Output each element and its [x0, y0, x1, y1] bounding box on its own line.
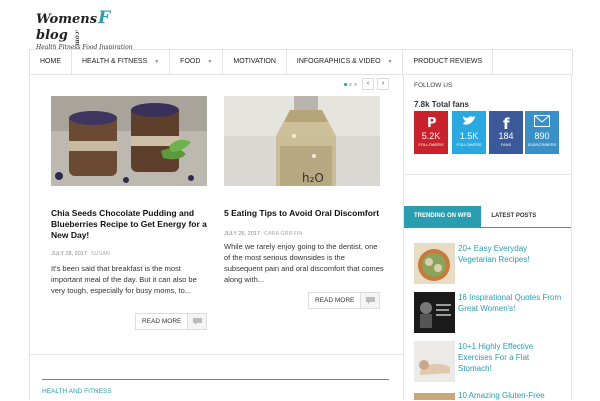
section-title[interactable]: HEALTH AND FITNESS	[42, 388, 112, 395]
quotes-thumb-image	[414, 292, 455, 333]
facebook-icon: f	[503, 115, 510, 130]
nav-item-home[interactable]: HOME	[30, 50, 72, 74]
vegetarian-thumb-image	[414, 243, 455, 284]
pinterest-icon: P	[427, 116, 437, 129]
post-image-chia[interactable]	[51, 96, 207, 186]
post-title[interactable]: Chia Seeds Chocolate Pudding and Blueber…	[51, 208, 211, 241]
trending-title[interactable]: 10+1 Highly Effective Exercises For a Fl…	[458, 341, 563, 374]
content-border-right	[571, 74, 572, 400]
sidebar-separator	[404, 174, 571, 175]
logo-wordmark: WomensFblog .com	[36, 8, 111, 46]
slider-dot[interactable]	[349, 82, 352, 86]
sidebar-tabs: TRENDING ON WFB LATEST POSTS	[404, 206, 571, 228]
main-nav: HOME HEALTH & FITNESS ▼ FOOD ▼ MOTIVATION …	[29, 49, 573, 75]
chia-pudding-image	[51, 96, 207, 186]
slider-prev-button[interactable]: ‹	[362, 78, 374, 90]
trending-title[interactable]: 10 Amazing Gluten-Free	[458, 390, 563, 401]
twitter-counter[interactable]: 1.5K FOLLOWERS	[452, 111, 486, 154]
trending-thumb[interactable]	[414, 243, 455, 284]
section-divider	[29, 354, 403, 355]
trending-title[interactable]: 16 Inspirational Quotes From Great Women…	[458, 292, 563, 314]
nav-item-motivation[interactable]: MOTIVATION	[223, 50, 287, 74]
nav-item-food[interactable]: FOOD ▼	[170, 50, 224, 74]
chevron-down-icon: ▼	[207, 59, 213, 65]
email-icon	[534, 115, 550, 127]
post-date: JULY 28, 2017	[51, 251, 87, 257]
read-more-button[interactable]: READ MORE	[135, 313, 208, 330]
post-title[interactable]: 5 Eating Tips to Avoid Oral Discomfort	[224, 208, 384, 219]
nav-item-health-fitness[interactable]: HEALTH & FITNESS ▼	[72, 50, 171, 74]
nav-item-product-reviews[interactable]: PRODUCT REVIEWS	[403, 50, 494, 74]
comment-icon	[188, 314, 207, 329]
read-more-button[interactable]: READ MORE	[308, 292, 381, 309]
pinterest-counter[interactable]: P 5.2K FOLLOWERS	[414, 111, 448, 154]
post-excerpt: While we rarely enjoy going to the denti…	[224, 242, 384, 284]
trending-thumb[interactable]	[414, 341, 455, 382]
total-fans: 7.8k Total fans	[414, 100, 469, 109]
svg-text:h₂O: h₂O	[302, 171, 324, 185]
tab-trending[interactable]: TRENDING ON WFB	[404, 206, 482, 227]
slider-dot-active[interactable]	[344, 82, 347, 86]
chevron-down-icon: ▼	[154, 59, 160, 65]
site-logo[interactable]: WomensFblog .com Health Fitness Food Insp…	[36, 8, 136, 51]
svg-text:P: P	[427, 116, 437, 129]
comment-icon	[361, 293, 380, 308]
post-meta: JULY 28, 2017 SUSAN	[51, 251, 201, 257]
post-image-bottle[interactable]: h₂O	[224, 96, 380, 186]
nav-item-infographics-video[interactable]: INFOGRAPHICS & VIDEO ▼	[287, 50, 404, 74]
section-accent-line	[42, 379, 389, 380]
post-author[interactable]: SUSAN	[91, 251, 110, 257]
post-author[interactable]: CARA GRIFFIN	[264, 231, 303, 237]
content-border-left	[29, 74, 30, 400]
twitter-icon	[463, 116, 475, 125]
slider-dot[interactable]	[354, 82, 357, 86]
chevron-down-icon: ▼	[387, 59, 393, 65]
email-counter[interactable]: 890 SUBSCRIBERS	[525, 111, 559, 154]
trending-title[interactable]: 20+ Easy Everyday Vegetarian Recipes!	[458, 243, 563, 265]
post-meta: JULY 26, 2017 CARA GRIFFIN	[224, 231, 374, 237]
trending-thumb[interactable]	[414, 292, 455, 333]
slider-next-button[interactable]: ›	[377, 78, 389, 90]
gluten-free-thumb-image	[414, 393, 455, 400]
trending-thumb[interactable]	[414, 390, 455, 400]
content-border-mid	[403, 74, 404, 400]
post-excerpt: It's been said that breakfast is the mos…	[51, 264, 197, 295]
slider-controls: ‹ ›	[344, 78, 389, 90]
svg-text:f: f	[503, 115, 510, 130]
tab-latest-posts[interactable]: LATEST POSTS	[481, 206, 546, 227]
post-date: JULY 26, 2017	[224, 231, 260, 237]
water-bottle-image: h₂O	[224, 96, 380, 186]
facebook-counter[interactable]: f 184 FANS	[489, 111, 523, 154]
follow-us-heading: FOLLOW US	[414, 82, 453, 89]
exercise-thumb-image	[414, 341, 455, 382]
